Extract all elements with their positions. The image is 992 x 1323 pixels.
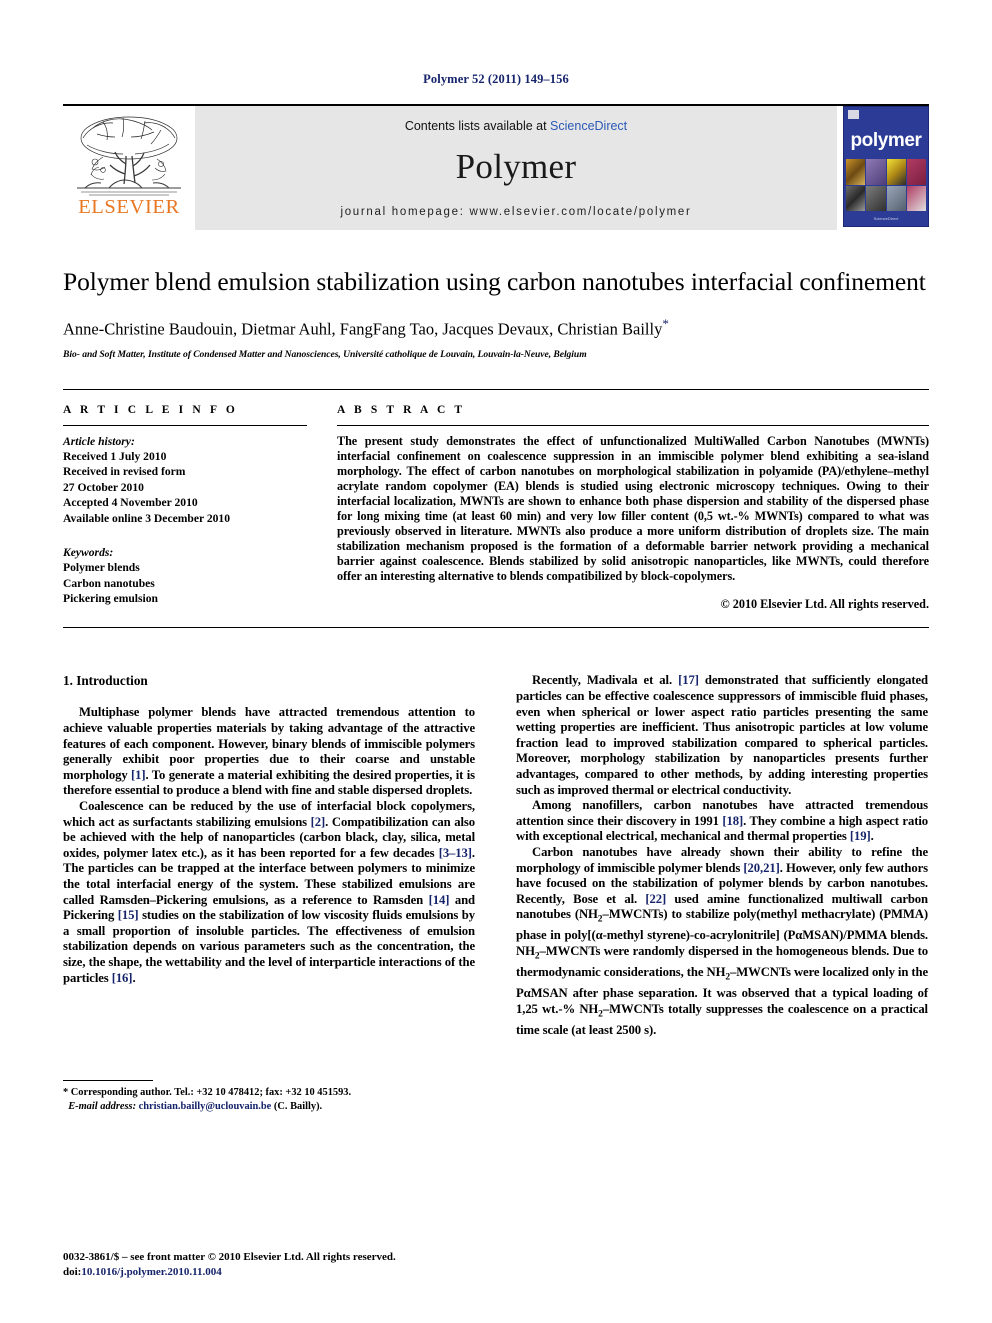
citation-link[interactable]: [17]	[678, 673, 699, 687]
body-column-right: Recently, Madivala et al. [17] demonstra…	[516, 673, 928, 1113]
elsevier-logo: ELSEVIER	[63, 106, 195, 230]
citation-link[interactable]: [18]	[722, 814, 743, 828]
paragraph: Recently, Madivala et al. [17] demonstra…	[516, 673, 928, 797]
contents-available-line: Contents lists available at ScienceDirec…	[405, 119, 627, 133]
body-column-left: 1. Introduction Multiphase polymer blend…	[63, 673, 475, 1113]
journal-masthead: ELSEVIER Contents lists available at Sci…	[63, 104, 929, 230]
section-heading-introduction: 1. Introduction	[63, 673, 148, 689]
cover-wordmark: polymer	[850, 130, 922, 151]
affiliation: Bio- and Soft Matter, Institute of Conde…	[63, 348, 587, 360]
paragraph: Among nanofillers, carbon nanotubes have…	[516, 798, 928, 844]
journal-title: Polymer	[455, 147, 577, 186]
cover-footer-text: ScienceDirect	[873, 216, 899, 221]
issn-copyright-line: 0032-3861/$ – see front matter © 2010 El…	[63, 1251, 396, 1263]
footnote-rule	[63, 1080, 153, 1082]
elsevier-wordmark: ELSEVIER	[78, 196, 180, 218]
paragraph: Multiphase polymer blends have attracted…	[63, 705, 475, 798]
article-info-heading: A R T I C L E I N F O	[63, 403, 238, 416]
citation-link[interactable]: [20,21]	[743, 861, 779, 875]
history-item: Received 1 July 2010	[63, 449, 167, 463]
email-suffix: (C. Bailly).	[273, 1100, 323, 1112]
citation-link[interactable]: [1]	[131, 768, 146, 782]
elsevier-tree-icon	[77, 116, 181, 196]
doi-link[interactable]: 10.1016/j.polymer.2010.11.004	[81, 1266, 221, 1278]
citation-link[interactable]: [19]	[850, 829, 871, 843]
history-item: 27 October 2010	[63, 480, 144, 494]
journal-homepage-link[interactable]: journal homepage: www.elsevier.com/locat…	[195, 206, 837, 218]
citation-link[interactable]: [22]	[645, 892, 666, 906]
email-label: E-mail address:	[68, 1100, 137, 1112]
divider	[63, 424, 307, 426]
history-item: Accepted 4 November 2010	[63, 496, 198, 510]
keywords-block: Keywords: Polymer blends Carbon nanotube…	[63, 545, 307, 607]
page-title: Polymer blend emulsion stabilization usi…	[63, 267, 926, 296]
corresponding-author-footnote: * Corresponding author. Tel.: +32 10 478…	[63, 1080, 475, 1113]
citation-link[interactable]: [2]	[311, 815, 326, 829]
abstract-heading: A B S T R A C T	[337, 403, 466, 416]
history-item: Available online 3 December 2010	[63, 511, 231, 525]
citation-link[interactable]: [3–13]	[439, 846, 472, 860]
imprint-block: 0032-3861/$ – see front matter © 2010 El…	[63, 1250, 396, 1279]
doi-line: doi:10.1016/j.polymer.2010.11.004	[63, 1265, 396, 1280]
divider	[63, 627, 929, 629]
article-history-label: Article history:	[63, 434, 135, 448]
title-block: Polymer blend emulsion stabilization usi…	[63, 230, 929, 360]
keyword-item: Polymer blends	[63, 561, 140, 575]
info-abstract-region: A R T I C L E I N F O Article history: R…	[63, 388, 929, 613]
sciencedirect-link[interactable]: ScienceDirect	[550, 119, 627, 133]
contents-prefix: Contents lists available at	[404, 119, 551, 133]
authors-names: Anne-Christine Baudouin, Dietmar Auhl, F…	[63, 319, 663, 339]
running-head: Polymer 52 (2011) 149–156	[423, 72, 569, 86]
keyword-item: Carbon nanotubes	[63, 576, 155, 590]
masthead-banner: Contents lists available at ScienceDirec…	[195, 106, 837, 230]
corresponding-author-marker: *	[662, 316, 669, 331]
citation-link[interactable]: [14]	[429, 893, 450, 907]
article-page: Polymer 52 (2011) 149–156 ELSEVIER Conte…	[0, 0, 992, 1323]
footnote-email-line: E-mail address: christian.bailly@uclouva…	[63, 1100, 475, 1114]
citation-link[interactable]: [15]	[118, 908, 139, 922]
abstract-text: The present study demonstrates the effec…	[337, 433, 929, 584]
cover-corner-mark	[848, 110, 859, 119]
history-item: Received in revised form	[63, 465, 186, 479]
keywords-label: Keywords:	[63, 545, 114, 559]
abstract-column: A B S T R A C T The present study demons…	[337, 404, 929, 613]
footnote-corresponding: * Corresponding author. Tel.: +32 10 478…	[63, 1087, 352, 1099]
article-info-column: A R T I C L E I N F O Article history: R…	[63, 404, 307, 613]
abstract-copyright: © 2010 Elsevier Ltd. All rights reserved…	[720, 597, 929, 612]
cover-image: polymer ScienceDirect	[843, 106, 929, 227]
body-columns: 1. Introduction Multiphase polymer blend…	[63, 673, 929, 1113]
email-link[interactable]: christian.bailly@uclouvain.be	[139, 1101, 272, 1112]
citation-link[interactable]: [16]	[112, 971, 133, 985]
author-list: Anne-Christine Baudouin, Dietmar Auhl, F…	[63, 316, 929, 340]
keyword-item: Pickering emulsion	[63, 592, 159, 606]
journal-cover-thumbnail: polymer ScienceDirect	[837, 106, 929, 230]
paragraph: Coalescence can be reduced by the use of…	[63, 799, 475, 985]
paragraph: Carbon nanotubes have already shown thei…	[516, 844, 929, 1038]
doi-label: doi:	[63, 1265, 82, 1278]
cover-micrographs	[846, 159, 926, 211]
divider	[337, 424, 929, 426]
